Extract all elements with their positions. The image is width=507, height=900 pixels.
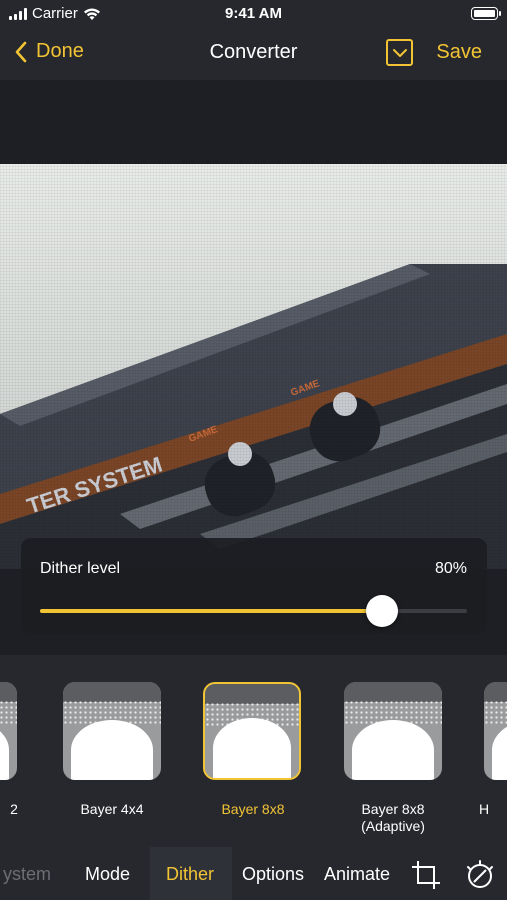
dither-level-slider[interactable] [40, 595, 467, 627]
tab-dither[interactable]: Dither [166, 864, 214, 885]
preset-label: Bayer 8x8 (Adaptive) [361, 801, 425, 834]
page-title: Converter [209, 41, 298, 63]
navigation-bar: Done Converter Save [0, 28, 507, 80]
dithered-photo: TER SYSTEM GAME GAME [0, 164, 507, 569]
preset-label: Bayer 8x8 [221, 801, 285, 817]
adjust-icon[interactable] [464, 859, 496, 891]
tab-system[interactable]: ystem [3, 864, 51, 885]
dither-level-panel: Dither level 80% [21, 538, 487, 634]
battery-icon [471, 7, 501, 20]
slider-thumb[interactable] [365, 595, 398, 627]
slider-fill [40, 609, 382, 613]
status-bar: Carrier 9:41 AM [0, 0, 507, 28]
dither-level-value: 80% [434, 560, 467, 577]
tool-tab-bar: ystem Mode Dither Options Animate [0, 847, 507, 900]
tab-animate[interactable]: Animate [324, 864, 390, 885]
tab-mode[interactable]: Mode [85, 864, 130, 885]
chevron-down-icon [392, 48, 407, 57]
collapse-button[interactable] [386, 39, 413, 66]
crop-icon[interactable] [410, 859, 442, 891]
save-button[interactable]: Save [436, 41, 482, 64]
dither-presets: 2 Bayer 4x4 Bayer 8x8 Bayer 8x8 (Adaptiv… [0, 655, 507, 847]
preset-label: Bayer 4x4 [80, 801, 144, 817]
console-illustration: TER SYSTEM GAME GAME [0, 264, 507, 569]
tab-options[interactable]: Options [242, 864, 304, 885]
status-time: 9:41 AM [225, 5, 282, 22]
preset-label: H [478, 801, 490, 817]
dither-level-label: Dither level [40, 560, 121, 577]
image-canvas[interactable]: TER SYSTEM GAME GAME Dither level 80% [0, 80, 507, 655]
